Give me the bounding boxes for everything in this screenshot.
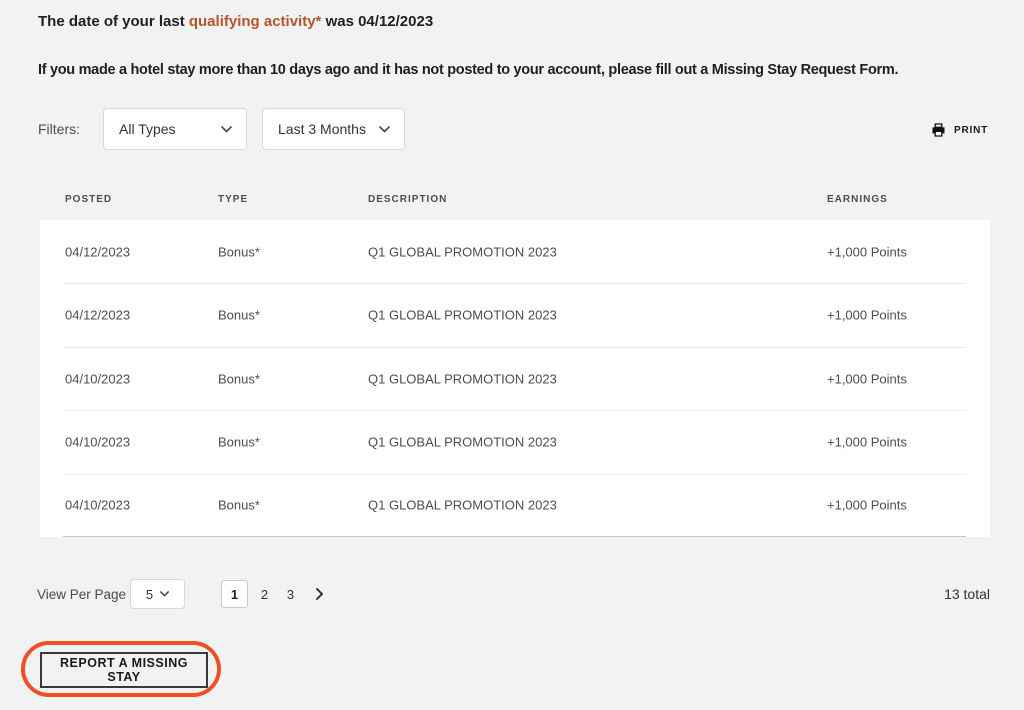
- page-button-1[interactable]: 1: [221, 580, 248, 608]
- cell-description: Q1 GLOBAL PROMOTION 2023: [368, 498, 557, 513]
- print-label: PRINT: [954, 125, 988, 136]
- table-row: 04/12/2023 Bonus* Q1 GLOBAL PROMOTION 20…: [40, 283, 990, 346]
- column-header-earnings: EARNINGS: [827, 194, 888, 205]
- per-page-value: 5: [146, 587, 153, 602]
- table-row: 04/12/2023 Bonus* Q1 GLOBAL PROMOTION 20…: [40, 220, 990, 283]
- printer-icon: [930, 122, 947, 138]
- missing-stay-note: If you made a hotel stay more than 10 da…: [38, 62, 898, 78]
- chevron-right-icon: [316, 588, 324, 600]
- type-filter-dropdown[interactable]: All Types: [103, 108, 247, 150]
- chevron-down-icon: [160, 591, 169, 597]
- cell-posted: 04/12/2023: [65, 308, 130, 323]
- cell-type: Bonus*: [218, 308, 260, 323]
- table-row: 04/10/2023 Bonus* Q1 GLOBAL PROMOTION 20…: [40, 347, 990, 410]
- view-per-page-label: View Per Page: [37, 587, 126, 602]
- last-activity-suffix: was 04/12/2023: [321, 13, 433, 30]
- cell-posted: 04/10/2023: [65, 371, 130, 386]
- chevron-down-icon: [379, 126, 390, 133]
- chevron-down-icon: [221, 126, 232, 133]
- table-row: 04/10/2023 Bonus* Q1 GLOBAL PROMOTION 20…: [40, 474, 990, 537]
- column-header-type: TYPE: [218, 194, 248, 205]
- type-filter-value: All Types: [119, 121, 176, 137]
- total-count: 13 total: [944, 586, 990, 602]
- date-filter-dropdown[interactable]: Last 3 Months: [262, 108, 405, 150]
- qualifying-activity-link[interactable]: qualifying activity*: [189, 13, 322, 30]
- filters-label: Filters:: [38, 121, 80, 137]
- last-activity-line: The date of your last qualifying activit…: [38, 13, 433, 30]
- cell-earnings: +1,000 Points: [827, 244, 907, 259]
- cell-earnings: +1,000 Points: [827, 434, 907, 449]
- date-filter-value: Last 3 Months: [278, 121, 366, 137]
- cell-type: Bonus*: [218, 371, 260, 386]
- print-button[interactable]: PRINT: [930, 119, 988, 141]
- cell-posted: 04/12/2023: [65, 244, 130, 259]
- cell-earnings: +1,000 Points: [827, 498, 907, 513]
- column-header-description: DESCRIPTION: [368, 194, 447, 205]
- cell-type: Bonus*: [218, 244, 260, 259]
- page-button-3[interactable]: 3: [277, 580, 304, 608]
- report-missing-stay-button[interactable]: REPORT A MISSING STAY: [40, 652, 208, 688]
- next-page-button[interactable]: [306, 580, 333, 608]
- cell-posted: 04/10/2023: [65, 434, 130, 449]
- table-row: 04/10/2023 Bonus* Q1 GLOBAL PROMOTION 20…: [40, 410, 990, 473]
- cell-earnings: +1,000 Points: [827, 371, 907, 386]
- cell-description: Q1 GLOBAL PROMOTION 2023: [368, 244, 557, 259]
- cell-earnings: +1,000 Points: [827, 308, 907, 323]
- cell-description: Q1 GLOBAL PROMOTION 2023: [368, 434, 557, 449]
- activity-table: 04/12/2023 Bonus* Q1 GLOBAL PROMOTION 20…: [40, 220, 990, 537]
- activity-history-page: The date of your last qualifying activit…: [0, 0, 1024, 710]
- cell-type: Bonus*: [218, 434, 260, 449]
- page-button-2[interactable]: 2: [251, 580, 278, 608]
- cell-description: Q1 GLOBAL PROMOTION 2023: [368, 308, 557, 323]
- cell-type: Bonus*: [218, 498, 260, 513]
- column-header-posted: POSTED: [65, 194, 112, 205]
- per-page-dropdown[interactable]: 5: [130, 579, 185, 609]
- cell-posted: 04/10/2023: [65, 498, 130, 513]
- last-activity-prefix: The date of your last: [38, 13, 189, 30]
- cell-description: Q1 GLOBAL PROMOTION 2023: [368, 371, 557, 386]
